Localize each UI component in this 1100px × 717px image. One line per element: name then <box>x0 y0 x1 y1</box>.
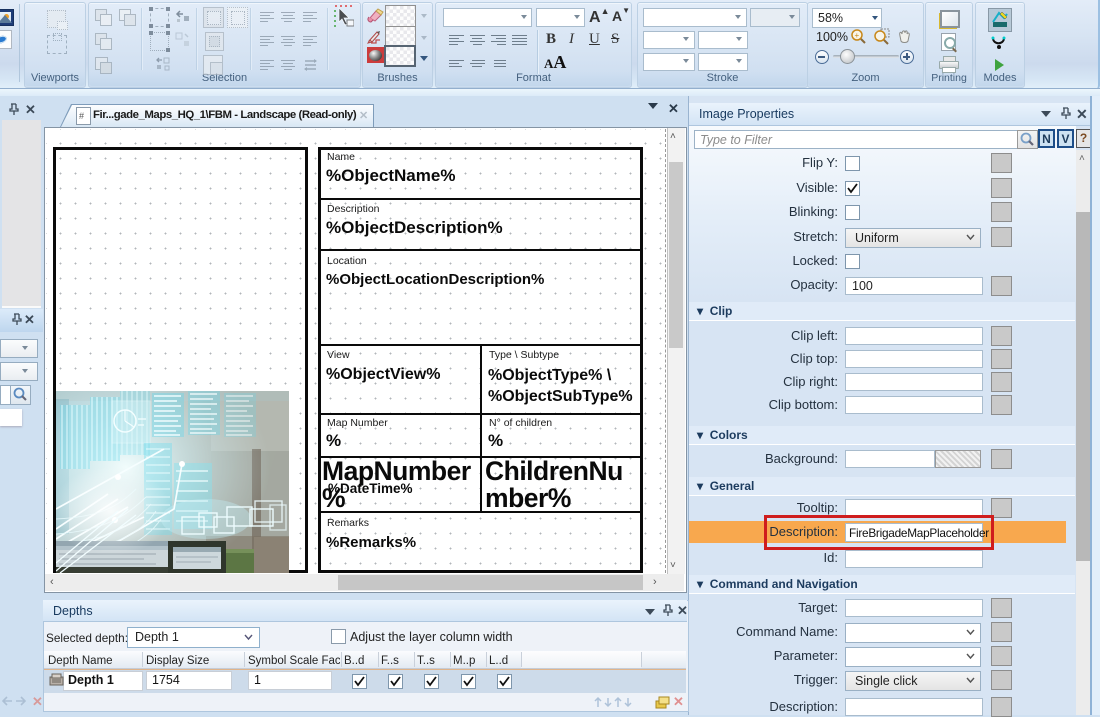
svg-text:+: + <box>855 31 860 40</box>
